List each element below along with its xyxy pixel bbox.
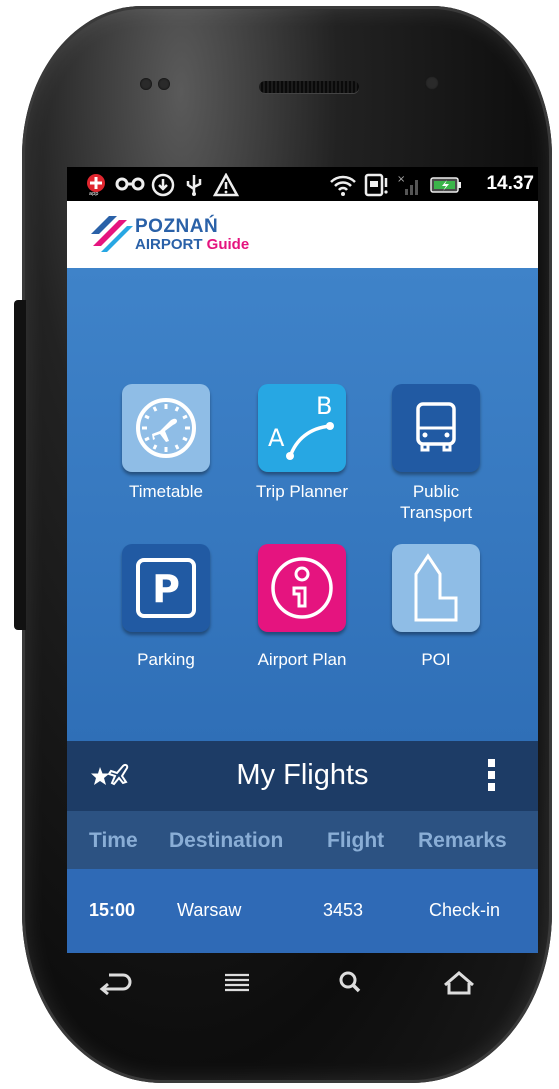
table-row[interactable]: 15:00 Warsaw 3453 Check-in bbox=[67, 869, 538, 953]
status-bar: app × 14.37 bbox=[67, 167, 538, 201]
column-header-flight: Flight bbox=[327, 829, 385, 852]
trip-planner-label: Trip Planner bbox=[256, 482, 348, 501]
my-flights-title: My Flights bbox=[236, 759, 369, 791]
status-clock: 14.37 bbox=[486, 173, 534, 194]
timetable-button[interactable] bbox=[122, 384, 210, 472]
svg-text:A: A bbox=[268, 424, 285, 452]
link-icon bbox=[115, 173, 145, 200]
column-header-time: Time bbox=[89, 829, 138, 852]
earpiece-speaker bbox=[259, 81, 359, 93]
clock-plane-icon bbox=[136, 398, 196, 458]
public-transport-button[interactable] bbox=[392, 384, 480, 472]
usb-icon bbox=[183, 173, 205, 202]
info-icon bbox=[271, 557, 333, 619]
battery-icon bbox=[429, 176, 463, 199]
menu-icon[interactable] bbox=[217, 965, 257, 1001]
parking-icon: P bbox=[136, 558, 196, 618]
menu-dot bbox=[488, 759, 495, 767]
public-transport-label: Public Transport bbox=[399, 482, 473, 522]
flights-table-header: Time Destination Flight Remarks bbox=[67, 811, 538, 869]
logo-airport-word: AIRPORT bbox=[135, 236, 203, 253]
svg-text:B: B bbox=[316, 392, 332, 420]
airport-plan-label: Airport Plan bbox=[257, 650, 347, 669]
wifi-icon bbox=[329, 173, 357, 202]
cell-remarks: Check-in bbox=[429, 900, 501, 920]
airport-plan-button[interactable] bbox=[258, 544, 346, 632]
route-ab-icon: B A bbox=[268, 392, 334, 460]
cell-destination: Warsaw bbox=[177, 900, 242, 920]
svg-text:app: app bbox=[89, 191, 98, 196]
screen: app × 14.37 POZNAŃ AIRPORT Guide Timetab… bbox=[67, 167, 538, 953]
timetable-label: Timetable bbox=[128, 482, 203, 501]
menu-dot bbox=[488, 783, 495, 791]
column-header-remarks: Remarks bbox=[418, 829, 507, 852]
app-header: POZNAŃ AIRPORT Guide bbox=[67, 201, 538, 269]
poi-button[interactable] bbox=[392, 544, 480, 632]
building-icon bbox=[414, 553, 458, 622]
svg-text:P: P bbox=[152, 567, 180, 611]
poi-label: POI bbox=[421, 650, 451, 669]
overflow-menu-icon[interactable] bbox=[488, 759, 498, 795]
search-icon[interactable] bbox=[331, 965, 371, 1001]
home-icon[interactable] bbox=[439, 965, 479, 1001]
front-camera bbox=[425, 76, 439, 90]
trip-planner-button[interactable]: B A bbox=[258, 384, 346, 472]
warning-icon bbox=[212, 172, 240, 202]
logo-text-poznan: POZNAŃ bbox=[135, 216, 219, 237]
sim-icon bbox=[364, 173, 390, 202]
back-icon[interactable] bbox=[95, 965, 135, 1001]
svg-text:×: × bbox=[397, 174, 405, 185]
my-flights-bar: My Flights bbox=[67, 741, 538, 811]
android-nav-bar bbox=[67, 953, 538, 1013]
parking-button[interactable]: P bbox=[122, 544, 210, 632]
airport-logo-icon bbox=[91, 216, 133, 252]
app-notification-icon: app bbox=[85, 172, 107, 201]
bus-icon bbox=[416, 402, 456, 452]
logo-text-airport: AIRPORT Guide bbox=[135, 236, 249, 253]
main-menu: Timetable B A Trip Planner Public Transp… bbox=[67, 268, 538, 741]
volume-button[interactable] bbox=[14, 300, 26, 630]
signal-icon: × bbox=[397, 173, 423, 202]
logo-guide-word: Guide bbox=[206, 236, 250, 253]
sensor-dot bbox=[158, 78, 170, 90]
cell-time: 15:00 bbox=[89, 900, 136, 920]
menu-dot bbox=[488, 771, 495, 779]
sensor-dot bbox=[140, 78, 152, 90]
cell-flight: 3453 bbox=[323, 900, 364, 920]
column-header-destination: Destination bbox=[169, 829, 284, 852]
download-icon bbox=[151, 173, 175, 202]
parking-label: Parking bbox=[137, 650, 195, 669]
